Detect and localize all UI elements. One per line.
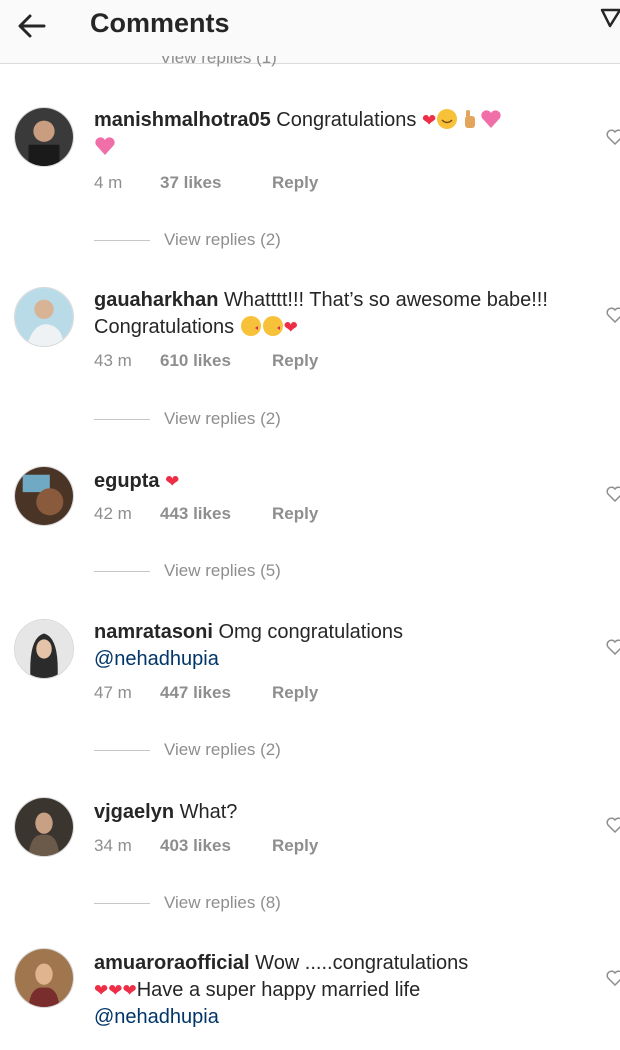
view-replies-link[interactable]: View replies (5) (94, 561, 281, 581)
comment-meta: 4 m 37 likes Reply (94, 173, 318, 193)
avatar[interactable] (14, 797, 74, 857)
like-count[interactable]: 37 likes (160, 173, 272, 193)
avatar[interactable] (14, 287, 74, 347)
heart-emoji-icon: ❤ (165, 472, 180, 491)
heart-emoji-icon: ❤ (283, 318, 298, 337)
view-replies-link[interactable]: View replies (8) (94, 893, 281, 913)
kiss-emoji-icon (262, 316, 283, 336)
heart-outline-icon[interactable] (606, 970, 620, 986)
heart-outline-icon[interactable] (606, 307, 620, 323)
smile-emoji-icon (437, 109, 458, 129)
sparkling-heart-emoji-icon (95, 137, 115, 155)
avatar[interactable] (14, 619, 74, 679)
heart-emoji-icon: ❤❤❤ (94, 981, 137, 1000)
reply-button[interactable]: Reply (272, 351, 318, 370)
view-replies-link[interactable]: View replies (2) (94, 409, 281, 429)
username[interactable]: vjgaelyn (94, 801, 174, 823)
divider (94, 750, 150, 752)
timestamp: 47 m (94, 683, 132, 702)
avatar[interactable] (14, 948, 74, 1008)
heart-outline-icon[interactable] (606, 817, 620, 833)
page-title: Comments (90, 8, 230, 38)
username[interactable]: amuaroraofficial (94, 952, 250, 974)
like-count[interactable]: 447 likes (160, 683, 272, 703)
back-arrow-icon[interactable] (14, 8, 50, 44)
timestamp: 42 m (94, 504, 132, 523)
direct-send-icon[interactable] (600, 6, 620, 28)
comment-text: gauaharkhan Whatttt!!! That’s so awesome… (94, 289, 548, 338)
like-count[interactable]: 403 likes (160, 836, 272, 856)
reply-button[interactable]: Reply (272, 836, 318, 855)
comment-meta: 43 m 610 likes Reply (94, 351, 318, 371)
comment-meta: 42 m 443 likes Reply (94, 504, 318, 524)
thumbs-up-emoji-icon (465, 110, 476, 128)
timestamp: 4 m (94, 173, 123, 192)
like-count[interactable]: 610 likes (160, 351, 272, 371)
view-replies-link[interactable]: View replies (1) (160, 56, 320, 70)
comment-text: amuaroraofficial Wow .....congratulation… (94, 952, 469, 1028)
heart-outline-icon[interactable] (606, 129, 620, 145)
comment-meta: 34 m 403 likes Reply (94, 836, 318, 856)
kiss-emoji-icon (240, 316, 261, 336)
divider (94, 419, 150, 421)
reply-button[interactable]: Reply (272, 683, 318, 702)
timestamp: 43 m (94, 351, 132, 370)
heart-outline-icon[interactable] (606, 639, 620, 655)
reply-button[interactable]: Reply (272, 173, 318, 192)
divider (94, 571, 150, 573)
top-bar: Comments (0, 0, 620, 64)
like-count[interactable]: 443 likes (160, 504, 272, 524)
mention-link[interactable]: @nehadhupia (94, 1006, 219, 1028)
comment-text: manishmalhotra05 Congratulations ❤ (94, 107, 574, 161)
divider (94, 903, 150, 905)
view-replies-link[interactable]: View replies (2) (94, 740, 281, 760)
comment-meta: 47 m 447 likes Reply (94, 683, 318, 703)
username[interactable]: gauaharkhan (94, 289, 218, 311)
comment-text: namratasoni Omg congratulations @nehadhu… (94, 621, 404, 670)
comment-text: vjgaelyn What? (94, 801, 238, 823)
timestamp: 34 m (94, 836, 132, 855)
sparkling-heart-emoji-icon (481, 110, 501, 128)
heart-emoji-icon: ❤ (421, 111, 437, 130)
avatar[interactable] (14, 466, 74, 526)
username[interactable]: namratasoni (94, 621, 213, 643)
comment-text: egupta ❤ (94, 468, 574, 495)
username[interactable]: egupta (94, 470, 160, 492)
view-replies-link[interactable]: View replies (2) (94, 230, 281, 250)
divider (94, 240, 150, 242)
mention-link[interactable]: @nehadhupia (94, 648, 219, 670)
heart-outline-icon[interactable] (606, 486, 620, 502)
reply-button[interactable]: Reply (272, 504, 318, 523)
username[interactable]: manishmalhotra05 (94, 109, 271, 131)
avatar[interactable] (14, 107, 74, 167)
